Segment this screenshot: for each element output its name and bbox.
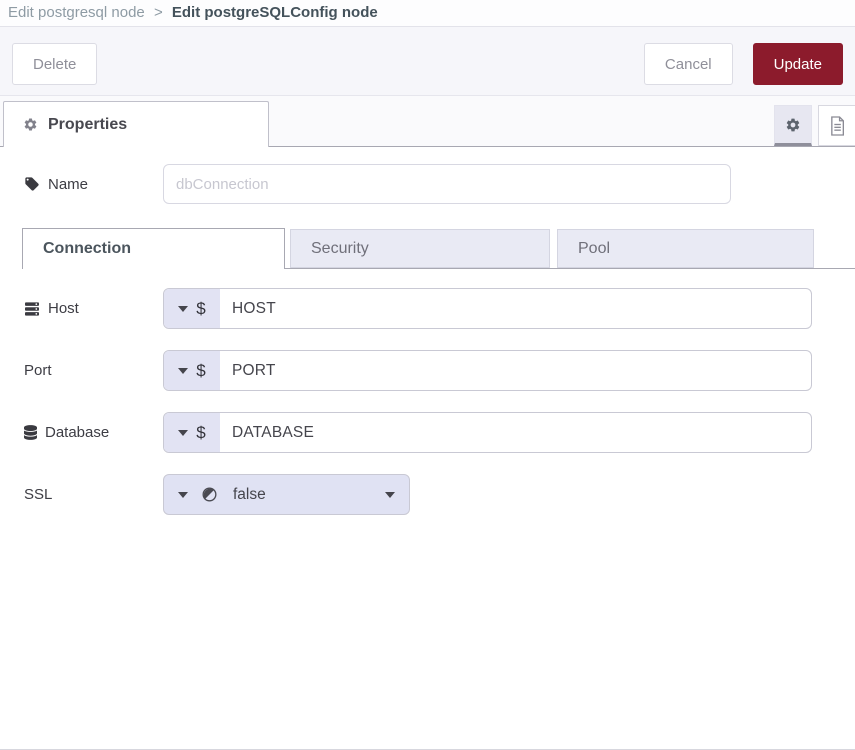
tab-pool[interactable]: Pool [557, 229, 814, 268]
host-input[interactable] [220, 289, 811, 328]
name-label-group: Name [24, 176, 163, 193]
chevron-down-icon [178, 306, 188, 312]
document-icon [829, 116, 846, 136]
database-row: Database $ [24, 412, 812, 453]
name-input[interactable] [163, 164, 731, 204]
database-typed-input: $ [163, 412, 812, 453]
database-label: Database [45, 424, 109, 441]
node-description-button[interactable] [818, 105, 855, 146]
name-row: Name [24, 164, 731, 204]
editor-tabbar: Properties [0, 96, 855, 147]
tab-connection[interactable]: Connection [22, 228, 285, 269]
host-label: Host [48, 300, 79, 317]
port-label-group: Port [24, 362, 163, 379]
port-typed-input: $ [163, 350, 812, 391]
host-type-select-button[interactable]: $ [164, 289, 220, 328]
database-type-select-button[interactable]: $ [164, 413, 220, 452]
chevron-down-icon [178, 368, 188, 374]
breadcrumb-separator: > [154, 4, 163, 21]
boolean-icon [201, 486, 218, 503]
ssl-label: SSL [24, 486, 52, 503]
env-var-icon: $ [196, 361, 205, 381]
chevron-down-icon [178, 492, 188, 498]
gear-icon [785, 117, 801, 133]
breadcrumb-current: Edit postgreSQLConfig node [172, 4, 378, 21]
ssl-value: false [231, 486, 372, 504]
tab-properties[interactable]: Properties [3, 101, 269, 147]
delete-button[interactable]: Delete [12, 43, 97, 85]
ssl-boolean-select[interactable]: false [163, 474, 410, 515]
ssl-label-group: SSL [24, 486, 163, 503]
port-input[interactable] [220, 351, 811, 390]
database-icon [24, 425, 37, 440]
tab-connection-label: Connection [43, 240, 131, 258]
breadcrumb: Edit postgresql node > Edit postgreSQLCo… [0, 0, 855, 27]
port-label: Port [24, 362, 52, 379]
dialog-toolbar: Delete Cancel Update [0, 27, 855, 96]
tab-pool-label: Pool [578, 240, 610, 258]
host-typed-input: $ [163, 288, 812, 329]
chevron-down-icon [178, 430, 188, 436]
breadcrumb-parent[interactable]: Edit postgresql node [8, 4, 145, 21]
server-icon [24, 301, 40, 317]
tab-security[interactable]: Security [290, 229, 550, 268]
update-button[interactable]: Update [753, 43, 843, 85]
tag-icon [24, 176, 40, 192]
env-var-icon: $ [196, 423, 205, 443]
name-label: Name [48, 176, 88, 193]
database-input[interactable] [220, 413, 811, 452]
port-row: Port $ [24, 350, 812, 391]
host-row: Host $ [24, 288, 812, 329]
cancel-button[interactable]: Cancel [644, 43, 733, 85]
port-type-select-button[interactable]: $ [164, 351, 220, 390]
host-label-group: Host [24, 300, 163, 317]
gear-icon [23, 117, 38, 132]
edit-node-dialog: Edit postgresql node > Edit postgreSQLCo… [0, 0, 855, 750]
tab-security-label: Security [311, 240, 369, 258]
ssl-row: SSL false [24, 474, 812, 515]
database-label-group: Database [24, 424, 163, 441]
section-tabs: Connection Security Pool [22, 228, 855, 269]
chevron-down-icon [385, 492, 395, 498]
properties-form: Name Connection Security Pool [0, 147, 855, 750]
tab-properties-label: Properties [48, 116, 127, 134]
env-var-icon: $ [196, 299, 205, 319]
node-settings-button[interactable] [774, 105, 812, 146]
